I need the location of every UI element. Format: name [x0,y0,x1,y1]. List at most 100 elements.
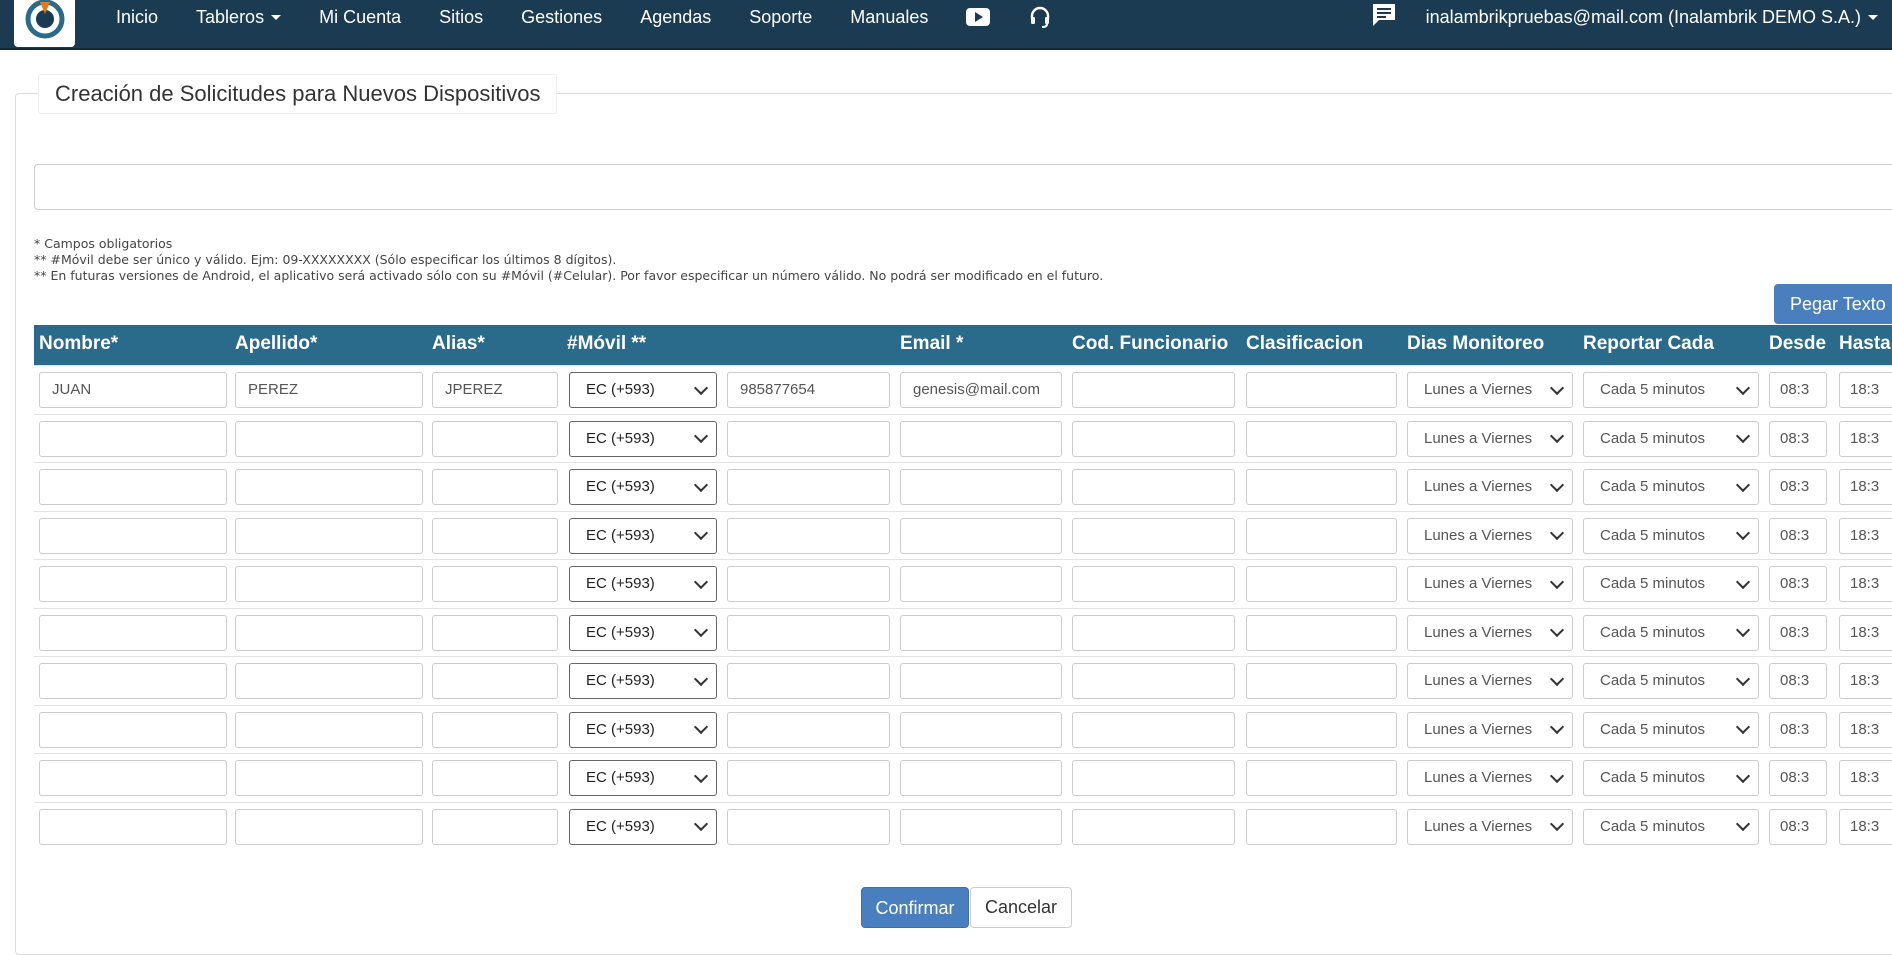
desde-input[interactable]: 08:3 [1769,614,1827,651]
nombre-input[interactable]: JUAN [39,372,227,408]
country-code-select[interactable]: EC (+593) [569,517,717,554]
cancel-button[interactable]: Cancelar [970,887,1072,928]
reportar-cada-select[interactable]: Cada 5 minutos [1583,663,1759,699]
reportar-cada-select[interactable]: Cada 5 minutos [1583,566,1759,602]
reportar-cada-select[interactable]: Cada 5 minutos [1583,711,1759,748]
nav-agendas[interactable]: Agendas [640,7,711,28]
country-code-select[interactable]: EC (+593) [569,663,717,699]
hasta-input[interactable]: 18:3 [1839,372,1892,408]
hasta-input[interactable]: 18:3 [1839,808,1892,845]
clasificacion-input[interactable] [1246,517,1397,554]
apellido-input[interactable]: PEREZ [235,372,423,408]
alias-input[interactable] [432,420,558,457]
apellido-input[interactable] [235,420,423,457]
hasta-input[interactable]: 18:3 [1839,517,1892,554]
country-code-select[interactable]: EC (+593) [569,469,717,505]
cod-funcionario-input[interactable] [1072,808,1235,845]
nav-soporte[interactable]: Soporte [749,7,812,28]
clasificacion-input[interactable] [1246,663,1397,699]
dias-monitoreo-select[interactable]: Lunes a Viernes [1407,420,1573,457]
email-input[interactable] [900,566,1062,602]
hasta-input[interactable]: 18:3 [1839,711,1892,748]
cod-funcionario-input[interactable] [1072,420,1235,457]
cod-funcionario-input[interactable] [1072,760,1235,796]
email-input[interactable]: genesis@mail.com [900,372,1062,408]
cod-funcionario-input[interactable] [1072,663,1235,699]
hasta-input[interactable]: 18:3 [1839,420,1892,457]
dias-monitoreo-select[interactable]: Lunes a Viernes [1407,469,1573,505]
email-input[interactable] [900,420,1062,457]
desde-input[interactable]: 08:3 [1769,372,1827,408]
dias-monitoreo-select[interactable]: Lunes a Viernes [1407,760,1573,796]
nombre-input[interactable] [39,469,227,505]
email-input[interactable] [900,517,1062,554]
reportar-cada-select[interactable]: Cada 5 minutos [1583,372,1759,408]
apellido-input[interactable] [235,469,423,505]
email-input[interactable] [900,711,1062,748]
dias-monitoreo-select[interactable]: Lunes a Viernes [1407,663,1573,699]
nombre-input[interactable] [39,566,227,602]
hasta-input[interactable]: 18:3 [1839,760,1892,796]
dias-monitoreo-select[interactable]: Lunes a Viernes [1407,711,1573,748]
movil-input[interactable] [727,566,890,602]
movil-input[interactable] [727,760,890,796]
desde-input[interactable]: 08:3 [1769,760,1827,796]
clasificacion-input[interactable] [1246,420,1397,457]
clasificacion-input[interactable] [1246,469,1397,505]
email-input[interactable] [900,469,1062,505]
desde-input[interactable]: 08:3 [1769,808,1827,845]
country-code-select[interactable]: EC (+593) [569,760,717,796]
apellido-input[interactable] [235,614,423,651]
clasificacion-input[interactable] [1246,566,1397,602]
reportar-cada-select[interactable]: Cada 5 minutos [1583,614,1759,651]
dias-monitoreo-select[interactable]: Lunes a Viernes [1407,614,1573,651]
reportar-cada-select[interactable]: Cada 5 minutos [1583,517,1759,554]
headset-icon[interactable] [1028,5,1052,29]
email-input[interactable] [900,760,1062,796]
clasificacion-input[interactable] [1246,808,1397,845]
movil-input[interactable] [727,469,890,505]
movil-input[interactable] [727,420,890,457]
nav-inicio[interactable]: Inicio [116,7,158,28]
movil-input[interactable] [727,663,890,699]
country-code-select[interactable]: EC (+593) [569,711,717,748]
email-input[interactable] [900,614,1062,651]
movil-input[interactable]: 985877654 [727,372,890,408]
apellido-input[interactable] [235,566,423,602]
desde-input[interactable]: 08:3 [1769,469,1827,505]
nav-mi-cuenta[interactable]: Mi Cuenta [319,7,401,28]
clasificacion-input[interactable] [1246,760,1397,796]
nombre-input[interactable] [39,808,227,845]
email-input[interactable] [900,663,1062,699]
movil-input[interactable] [727,517,890,554]
nav-sitios[interactable]: Sitios [439,7,483,28]
paste-text-button[interactable]: Pegar Texto [1774,284,1892,324]
country-code-select[interactable]: EC (+593) [569,420,717,457]
desde-input[interactable]: 08:3 [1769,663,1827,699]
alias-input[interactable] [432,663,558,699]
apellido-input[interactable] [235,711,423,748]
hasta-input[interactable]: 18:3 [1839,663,1892,699]
nav-gestiones[interactable]: Gestiones [521,7,602,28]
alias-input[interactable] [432,517,558,554]
clasificacion-input[interactable] [1246,372,1397,408]
movil-input[interactable] [727,614,890,651]
movil-input[interactable] [727,711,890,748]
movil-input[interactable] [727,808,890,845]
dias-monitoreo-select[interactable]: Lunes a Viernes [1407,808,1573,845]
alias-input[interactable] [432,760,558,796]
user-menu[interactable]: inalambrikpruebas@mail.com (Inalambrik D… [1426,7,1878,28]
desde-input[interactable]: 08:3 [1769,711,1827,748]
cod-funcionario-input[interactable] [1072,469,1235,505]
alias-input[interactable] [432,808,558,845]
email-input[interactable] [900,808,1062,845]
alias-input[interactable] [432,711,558,748]
chat-icon[interactable] [1370,1,1398,34]
nombre-input[interactable] [39,760,227,796]
clasificacion-input[interactable] [1246,711,1397,748]
confirm-button[interactable]: Confirmar [861,887,969,928]
nav-tableros[interactable]: Tableros [196,7,282,28]
hasta-input[interactable]: 18:3 [1839,614,1892,651]
alias-input[interactable]: JPEREZ [432,372,558,408]
cod-funcionario-input[interactable] [1072,614,1235,651]
